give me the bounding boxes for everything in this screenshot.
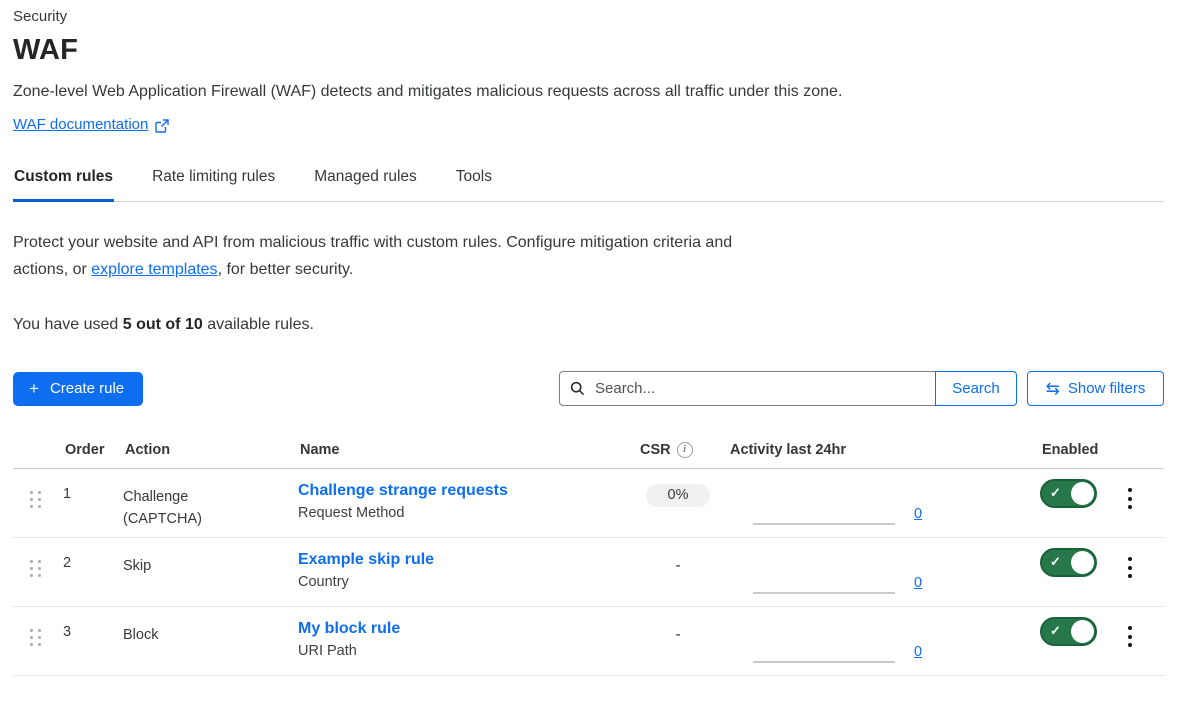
rule-field: URI Path <box>298 643 628 659</box>
usage-count: 5 out of 10 <box>123 316 203 333</box>
table-row: 3 Block My block rule URI Path - 0 ✓ <box>13 607 1164 676</box>
waf-page: Security WAF Zone-level Web Application … <box>0 0 1177 676</box>
check-icon: ✓ <box>1050 554 1061 570</box>
rule-order: 3 <box>63 607 123 640</box>
activity-count-link[interactable]: 0 <box>914 644 922 660</box>
row-menu-kebab-icon[interactable] <box>1110 469 1140 509</box>
breadcrumb: Security <box>13 8 1164 25</box>
toggle-knob <box>1071 620 1094 643</box>
table-row: 1 Challenge (CAPTCHA) Challenge strange … <box>13 469 1164 538</box>
check-icon: ✓ <box>1050 623 1061 639</box>
header-csr: CSR i <box>628 434 728 468</box>
enabled-toggle[interactable]: ✓ <box>1040 548 1097 577</box>
header-csr-label: CSR <box>640 442 671 458</box>
page-title: WAF <box>13 34 1164 67</box>
tab-managed-rules[interactable]: Managed rules <box>313 158 418 202</box>
header-order: Order <box>63 434 123 468</box>
check-icon: ✓ <box>1050 485 1061 501</box>
row-menu-kebab-icon[interactable] <box>1110 538 1140 578</box>
rule-field: Request Method <box>298 505 628 521</box>
show-filters-button[interactable]: ⇆ Show filters <box>1027 371 1164 406</box>
tab-tools[interactable]: Tools <box>455 158 493 202</box>
create-rule-label: Create rule <box>50 380 124 397</box>
csr-value: - <box>675 553 680 575</box>
enabled-toggle[interactable]: ✓ <box>1040 617 1097 646</box>
rule-field: Country <box>298 574 628 590</box>
search-box <box>559 371 936 406</box>
activity-sparkline <box>753 523 895 525</box>
header-enabled: Enabled <box>963 434 1110 468</box>
rule-order: 1 <box>63 469 123 502</box>
custom-rules-intro: Protect your website and API from malici… <box>13 229 755 283</box>
drag-handle-icon[interactable] <box>13 469 41 508</box>
drag-handle-icon[interactable] <box>13 538 41 577</box>
activity-sparkline <box>753 592 895 594</box>
rule-name-link[interactable]: Example skip rule <box>298 551 434 568</box>
intro-text-after: , for better security. <box>218 261 354 278</box>
external-link-icon <box>155 119 169 133</box>
explore-templates-link[interactable]: explore templates <box>91 261 217 278</box>
table-row: 2 Skip Example skip rule Country - 0 ✓ <box>13 538 1164 607</box>
drag-handle-icon[interactable] <box>13 607 41 646</box>
activity-count-link[interactable]: 0 <box>914 506 922 522</box>
show-filters-label: Show filters <box>1068 380 1146 397</box>
header-drag-spacer <box>13 434 63 452</box>
plus-icon: + <box>29 380 39 397</box>
header-activity: Activity last 24hr <box>728 434 963 468</box>
rule-name-link[interactable]: Challenge strange requests <box>298 482 508 499</box>
swap-arrows-icon: ⇆ <box>1046 380 1060 397</box>
toggle-knob <box>1071 551 1094 574</box>
search-button[interactable]: Search <box>935 371 1017 406</box>
csr-info-icon[interactable]: i <box>677 442 693 458</box>
create-rule-button[interactable]: + Create rule <box>13 372 143 406</box>
rule-action: Challenge (CAPTCHA) <box>123 486 223 530</box>
usage-suffix: available rules. <box>203 316 314 333</box>
activity-count-link[interactable]: 0 <box>914 575 922 591</box>
search-icon <box>570 381 585 396</box>
table-header-row: Order Action Name CSR i Activity last 24… <box>13 434 1164 469</box>
header-menu-spacer <box>1110 434 1164 452</box>
tab-rate-limiting-rules[interactable]: Rate limiting rules <box>151 158 276 202</box>
rules-usage: You have used 5 out of 10 available rule… <box>13 316 1164 334</box>
csr-badge: 0% <box>646 484 711 507</box>
page-description: Zone-level Web Application Firewall (WAF… <box>13 83 1164 101</box>
activity-sparkline <box>753 661 895 663</box>
rule-order: 2 <box>63 538 123 571</box>
waf-documentation-link[interactable]: WAF documentation <box>13 116 148 133</box>
enabled-toggle[interactable]: ✓ <box>1040 479 1097 508</box>
custom-rules-table: Order Action Name CSR i Activity last 24… <box>13 434 1164 676</box>
rule-action: Skip <box>123 555 223 577</box>
rule-name-link[interactable]: My block rule <box>298 620 400 637</box>
usage-prefix: You have used <box>13 316 123 333</box>
header-name: Name <box>298 434 628 468</box>
toggle-knob <box>1071 482 1094 505</box>
csr-value: - <box>675 622 680 644</box>
header-action: Action <box>123 434 298 468</box>
waf-tabs: Custom rules Rate limiting rules Managed… <box>13 158 1164 202</box>
row-menu-kebab-icon[interactable] <box>1110 607 1140 647</box>
tab-custom-rules[interactable]: Custom rules <box>13 158 114 202</box>
rule-action: Block <box>123 624 223 646</box>
search-input[interactable] <box>593 379 925 398</box>
